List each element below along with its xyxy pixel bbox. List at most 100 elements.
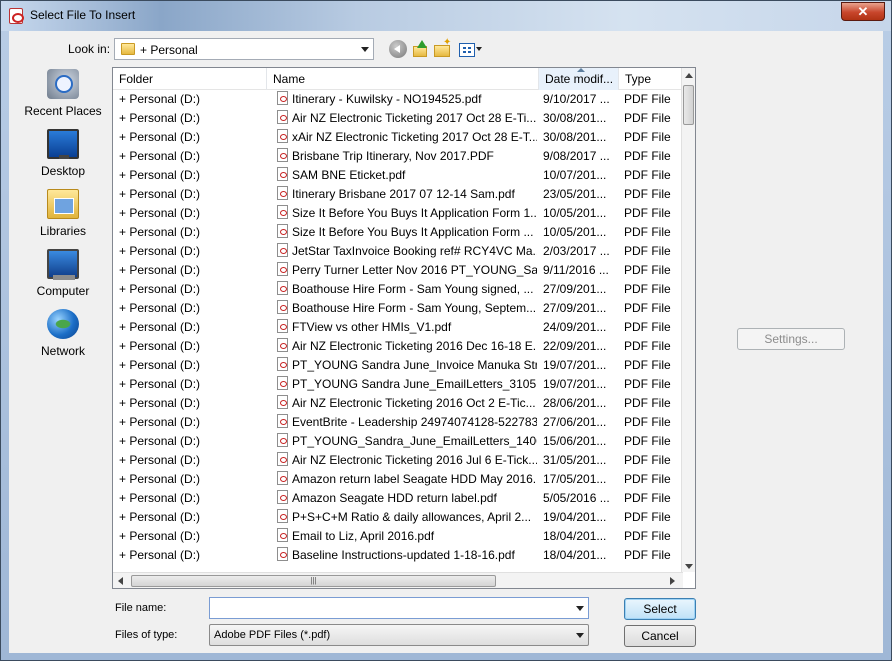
scroll-left-icon[interactable] (118, 577, 123, 585)
place-network[interactable]: Network (17, 309, 109, 367)
place-recent-places[interactable]: Recent Places (17, 69, 109, 127)
column-header-date[interactable]: Date modif... (539, 68, 619, 90)
chevron-down-icon[interactable] (576, 633, 584, 638)
table-row[interactable]: + Personal (D:) Brisbane Trip Itinerary, … (113, 147, 683, 166)
folder-cell: + Personal (D:) (119, 491, 201, 505)
table-row[interactable]: + Personal (D:) Size It Before You Buys I… (113, 204, 683, 223)
pdf-file-icon (277, 148, 288, 162)
table-row[interactable]: + Personal (D:) xAir NZ Electronic Ticket… (113, 128, 683, 147)
file-name-field[interactable] (209, 597, 589, 619)
table-row[interactable]: + Personal (D:) Size It Before You Buys I… (113, 223, 683, 242)
table-row[interactable]: + Personal (D:) Amazon return label Seaga… (113, 470, 683, 489)
type-cell: PDF File (624, 339, 671, 353)
table-row[interactable]: + Personal (D:) Perry Turner Letter Nov 2… (113, 261, 683, 280)
table-row[interactable]: + Personal (D:) Amazon Seagate HDD return… (113, 489, 683, 508)
date-cell: 9/10/2017 ... (543, 92, 610, 106)
close-button[interactable]: ✕ (841, 2, 885, 21)
title-bar[interactable]: Select File To Insert ✕ (1, 1, 891, 31)
table-row[interactable]: + Personal (D:) JetStar TaxInvoice Bookin… (113, 242, 683, 261)
scroll-down-icon[interactable] (685, 564, 693, 569)
pdf-file-icon (277, 490, 288, 504)
table-row[interactable]: + Personal (D:) Boathouse Hire Form - Sam… (113, 280, 683, 299)
table-row[interactable]: + Personal (D:) Itinerary Brisbane 2017 0… (113, 185, 683, 204)
file-name-text: Email to Liz, April 2016.pdf (292, 529, 435, 543)
place-desktop[interactable]: Desktop (17, 129, 109, 187)
folder-cell: + Personal (D:) (119, 244, 201, 258)
type-cell: PDF File (624, 453, 671, 467)
table-row[interactable]: + Personal (D:) Air NZ Electronic Ticketi… (113, 337, 683, 356)
pdf-file-icon (277, 167, 288, 181)
date-cell: 15/06/201... (543, 434, 607, 448)
file-dialog-window: Select File To Insert ✕ Look in: + Perso… (0, 0, 892, 661)
horizontal-scrollbar[interactable]: ||| (113, 572, 683, 588)
horizontal-scroll-thumb[interactable]: ||| (131, 575, 496, 587)
file-name-text: Air NZ Electronic Ticketing 2016 Dec 16-… (292, 339, 537, 353)
table-row[interactable]: + Personal (D:) EventBrite - Leadership 2… (113, 413, 683, 432)
place-computer[interactable]: Computer (17, 249, 109, 307)
place-libraries[interactable]: Libraries (17, 189, 109, 247)
vertical-scrollbar[interactable] (681, 68, 695, 572)
chevron-down-icon[interactable] (361, 47, 369, 52)
table-row[interactable]: + Personal (D:) Air NZ Electronic Ticketi… (113, 451, 683, 470)
folder-cell: + Personal (D:) (119, 263, 201, 277)
view-menu-icon[interactable] (458, 40, 484, 58)
new-folder-icon[interactable] (433, 37, 451, 58)
scroll-right-icon[interactable] (670, 577, 675, 585)
type-cell: PDF File (624, 149, 671, 163)
file-name-text: Itinerary Brisbane 2017 07 12-14 Sam.pdf (292, 187, 515, 201)
column-header-folder[interactable]: Folder (113, 68, 267, 90)
file-rows: + Personal (D:) Itinerary - Kuwilsky - NO… (113, 90, 683, 564)
table-row[interactable]: + Personal (D:) Boathouse Hire Form - Sam… (113, 299, 683, 318)
pdf-file-icon (277, 376, 288, 390)
table-row[interactable]: + Personal (D:) Air NZ Electronic Ticketi… (113, 109, 683, 128)
date-cell: 9/08/2017 ... (543, 149, 610, 163)
name-cell: Air NZ Electronic Ticketing 2016 Dec 16-… (277, 337, 537, 356)
recent-places-icon (47, 69, 79, 99)
column-header-name[interactable]: Name (267, 68, 539, 90)
name-cell: Air NZ Electronic Ticketing 2017 Oct 28 … (277, 109, 537, 128)
name-cell: xAir NZ Electronic Ticketing 2017 Oct 28… (277, 128, 537, 147)
table-row[interactable]: + Personal (D:) SAM BNE Eticket.pdf 10/07/… (113, 166, 683, 185)
file-name-text: Size It Before You Buys It Application F… (292, 225, 534, 239)
type-cell: PDF File (624, 282, 671, 296)
name-cell: Amazon return label Seagate HDD May 2016… (277, 470, 537, 489)
up-folder-icon[interactable] (411, 40, 429, 58)
date-cell: 19/07/201... (543, 358, 607, 372)
scroll-up-icon[interactable] (685, 73, 693, 78)
date-cell: 10/07/201... (543, 168, 607, 182)
table-row[interactable]: + Personal (D:) PT_YOUNG Sandra June_Invo… (113, 356, 683, 375)
table-row[interactable]: + Personal (D:) PT_YOUNG_Sandra_June_Emai… (113, 432, 683, 451)
table-row[interactable]: + Personal (D:) FTView vs other HMIs_V1.p… (113, 318, 683, 337)
look-in-dropdown[interactable]: + Personal (114, 38, 374, 60)
folder-cell: + Personal (D:) (119, 339, 201, 353)
chevron-down-icon[interactable] (576, 606, 584, 611)
table-row[interactable]: + Personal (D:) P+S+C+M Ratio & daily all… (113, 508, 683, 527)
name-cell: PT_YOUNG Sandra June_Invoice Manuka Str.… (277, 356, 537, 375)
settings-button[interactable]: Settings... (737, 328, 845, 350)
name-cell: Baseline Instructions-updated 1-18-16.pd… (277, 546, 537, 564)
column-header-type[interactable]: Type (619, 68, 683, 90)
cancel-button[interactable]: Cancel (624, 625, 696, 647)
table-row[interactable]: + Personal (D:) PT_YOUNG Sandra June_Emai… (113, 375, 683, 394)
type-cell: PDF File (624, 415, 671, 429)
date-cell: 18/04/201... (543, 548, 607, 562)
table-row[interactable]: + Personal (D:) Email to Liz, April 2016.… (113, 527, 683, 546)
name-cell: JetStar TaxInvoice Booking ref# RCY4VC M… (277, 242, 537, 261)
file-name-text: JetStar TaxInvoice Booking ref# RCY4VC M… (292, 244, 537, 258)
column-header-row: Folder Name Date modif... Type (113, 68, 683, 90)
pdf-file-icon (277, 300, 288, 314)
table-row[interactable]: + Personal (D:) Itinerary - Kuwilsky - NO… (113, 90, 683, 109)
files-of-type-dropdown[interactable]: Adobe PDF Files (*.pdf) (209, 624, 589, 646)
back-arrow-icon[interactable] (389, 40, 407, 58)
date-cell: 2/03/2017 ... (543, 244, 610, 258)
file-list[interactable]: Folder Name Date modif... Type + Persona… (112, 67, 696, 589)
type-cell: PDF File (624, 130, 671, 144)
type-cell: PDF File (624, 168, 671, 182)
type-cell: PDF File (624, 510, 671, 524)
table-row[interactable]: + Personal (D:) Air NZ Electronic Ticketi… (113, 394, 683, 413)
table-row[interactable]: + Personal (D:) Baseline Instructions-upd… (113, 546, 683, 564)
select-button[interactable]: Select (624, 598, 696, 620)
vertical-scroll-thumb[interactable] (683, 85, 694, 125)
file-name-text: Air NZ Electronic Ticketing 2016 Oct 2 E… (292, 396, 536, 410)
type-cell: PDF File (624, 396, 671, 410)
